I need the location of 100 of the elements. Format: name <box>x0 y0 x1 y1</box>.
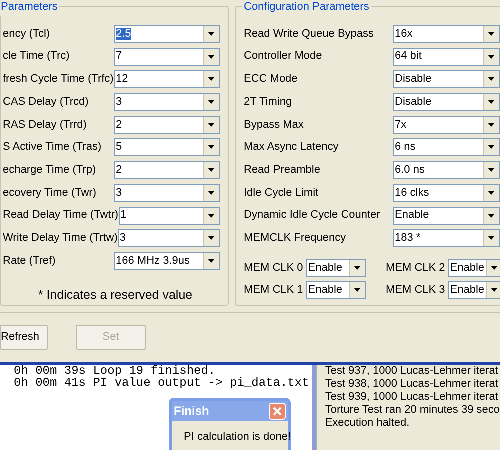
dropdown-value: Disable <box>394 94 433 110</box>
dropdown-field[interactable]: 166 MHz 3.9us <box>114 252 220 270</box>
dropdown-value: 7x <box>394 118 408 132</box>
dropdown-field[interactable]: 1 <box>118 206 220 224</box>
caret-down-icon <box>490 266 498 270</box>
dropdown-arrow-button[interactable] <box>203 26 219 42</box>
dropdown-field[interactable]: 16 clks <box>393 184 500 202</box>
dropdown-arrow-button[interactable] <box>486 260 500 276</box>
dropdown-value: Disable <box>394 72 433 88</box>
dropdown-field[interactable]: Enable <box>393 206 500 224</box>
dropdown-arrow-button[interactable] <box>486 282 500 298</box>
dropdown-value: 1 <box>120 208 128 224</box>
close-button[interactable] <box>269 402 286 420</box>
dropdown-field[interactable]: Disable <box>393 70 500 88</box>
field-label: Read Delay Time (Twtr) <box>3 208 119 224</box>
dropdown-field[interactable]: Enable <box>448 259 500 278</box>
dropdown-arrow-button[interactable] <box>483 230 499 246</box>
dropdown-arrow-button[interactable] <box>483 162 499 178</box>
log-line: Execution halted. <box>325 417 411 430</box>
dropdown-arrow-button[interactable] <box>483 208 499 224</box>
dropdown-field[interactable]: 2 <box>114 116 220 134</box>
dropdown-arrow-button[interactable] <box>483 184 499 201</box>
field-label: MEM CLK 3 <box>386 282 446 298</box>
dropdown-field[interactable]: Enable <box>306 281 366 300</box>
log-line: Test 938, 1000 Lucas-Lehmer iterat <box>325 378 500 391</box>
dropdown-arrow-button[interactable] <box>203 162 219 178</box>
dropdown-field[interactable]: 16x <box>393 25 500 43</box>
field-label: Write Delay Time (Trtw) <box>3 230 118 246</box>
dropdown-field[interactable]: 5 <box>114 138 220 156</box>
dropdown-value: 2 <box>115 118 124 132</box>
dropdown-value: 166 MHz 3.9us <box>115 254 191 269</box>
dropdown-field[interactable]: 6.0 ns <box>393 161 500 180</box>
dropdown-field[interactable]: 3 <box>114 184 220 202</box>
dropdown-arrow-button[interactable] <box>203 94 219 110</box>
dropdown-field[interactable]: Enable <box>448 281 500 300</box>
caret-down-icon <box>488 190 495 195</box>
dropdown-arrow-button[interactable] <box>203 184 219 201</box>
dropdown-field[interactable]: 12 <box>114 70 220 88</box>
dropdown-arrow-button[interactable] <box>349 282 366 298</box>
dropdown-value: Enable <box>307 260 344 276</box>
field-label: ECC Mode <box>244 72 298 88</box>
dropdown-field[interactable]: Disable <box>393 93 500 112</box>
dropdown-value: 5 <box>115 140 124 156</box>
caret-down-icon <box>490 288 498 292</box>
dropdown-value: 64 bit <box>394 49 423 64</box>
dropdown-value: 2 <box>115 162 124 178</box>
dropdown-arrow-button[interactable] <box>203 48 219 65</box>
dropdown-field[interactable]: Enable <box>306 259 366 278</box>
dropdown-arrow-button[interactable] <box>483 26 499 42</box>
dropdown-arrow-button[interactable] <box>203 116 219 133</box>
dropdown-arrow-button[interactable] <box>203 71 219 88</box>
dropdown-arrow-button[interactable] <box>483 139 499 156</box>
dropdown-arrow-button[interactable] <box>483 116 499 133</box>
dropdown-field[interactable]: 3 <box>114 93 220 112</box>
console-line: 0h 00m 41s PI value output -> pi_data.txt <box>14 377 310 389</box>
dropdown-value: 16x <box>394 26 414 42</box>
field-label: Read Write Queue Bypass <box>244 26 374 42</box>
dropdown-field[interactable]: 2 <box>114 161 220 180</box>
dropdown-field[interactable]: 64 bit <box>393 48 500 66</box>
dropdown-field[interactable]: 2.5 <box>114 25 220 43</box>
caret-down-icon <box>488 236 495 240</box>
dropdown-value: 3 <box>115 186 124 201</box>
dropdown-arrow-button[interactable] <box>203 139 219 156</box>
dropdown-field[interactable]: 3 <box>118 229 220 248</box>
field-label: Read Preamble <box>244 162 320 178</box>
caret-down-icon <box>488 32 495 36</box>
caret-down-icon <box>354 266 362 270</box>
group-title: Configuration Parameters <box>242 0 372 16</box>
dropdown-arrow-button[interactable] <box>203 230 219 246</box>
caret-down-icon <box>488 100 495 104</box>
dropdown-field[interactable]: 183 * <box>393 229 500 248</box>
caret-down-icon <box>488 77 495 82</box>
caret-down-icon <box>488 168 495 172</box>
dropdown-field[interactable]: 6 ns <box>393 138 500 156</box>
caret-down-icon <box>488 54 495 59</box>
dropdown-value: Enable <box>394 208 430 224</box>
caret-down-icon <box>208 100 215 104</box>
caret-down-icon <box>208 258 215 263</box>
dropdown-field[interactable]: 7 <box>114 48 220 66</box>
caret-down-icon <box>488 145 495 150</box>
console-line: 0h 00m 39s Loop 19 finished. <box>14 365 217 377</box>
field-label: CAS Delay (Trcd) <box>3 94 89 110</box>
dropdown-arrow-button[interactable] <box>349 260 366 276</box>
field-label: Controller Mode <box>244 49 322 64</box>
caret-down-icon <box>208 168 215 172</box>
dropdown-arrow-button[interactable] <box>203 208 219 224</box>
field-label: fresh Cycle Time (Trfc) <box>3 72 114 88</box>
dropdown-arrow-button[interactable] <box>483 94 499 110</box>
field-label: MEM CLK 0 <box>244 260 304 276</box>
dropdown-arrow-button[interactable] <box>483 48 499 65</box>
field-label: Idle Cycle Limit <box>244 186 319 201</box>
field-label: MEM CLK 2 <box>386 260 446 276</box>
dropdown-arrow-button[interactable] <box>483 71 499 88</box>
field-label: MEMCLK Frequency <box>244 230 346 246</box>
dropdown-value: 2.5 <box>115 26 132 42</box>
push-button[interactable]: Refresh <box>0 325 48 350</box>
dropdown-value: Enable <box>449 260 486 276</box>
dropdown-field[interactable]: 7x <box>393 116 500 134</box>
dropdown-arrow-button[interactable] <box>203 252 219 269</box>
dropdown-value: 7 <box>115 49 124 64</box>
